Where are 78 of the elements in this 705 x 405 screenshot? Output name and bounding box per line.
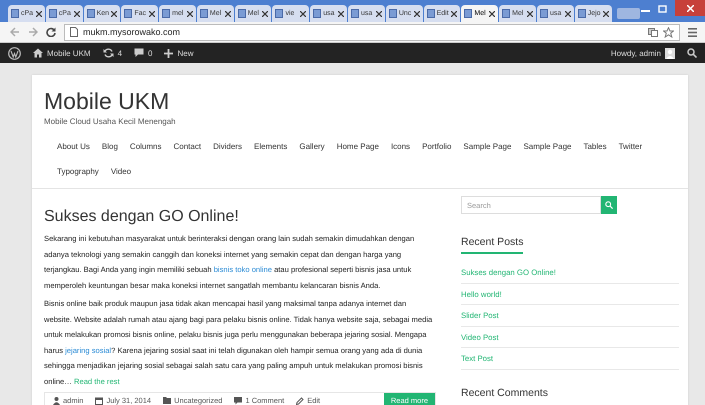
nav-link[interactable]: Video [110,159,132,184]
site-link[interactable]: Mobile UKM [33,48,91,58]
page-icon [502,9,510,18]
nav-link[interactable]: Twitter [618,134,642,159]
home-icon [33,48,43,58]
page-icon [351,9,360,18]
search-icon [605,201,613,209]
nav-link[interactable]: Home Page [336,134,379,159]
widget-title: Recent Comments [461,386,548,398]
new-link[interactable]: New [164,48,194,58]
close-icon[interactable] [300,10,306,16]
updates-link[interactable]: 4 [102,48,122,58]
nav-link[interactable]: Blog [102,134,118,159]
restore-icon[interactable] [658,5,668,13]
comment-icon [234,396,242,404]
page-icon [275,9,284,18]
close-icon[interactable] [564,10,571,16]
search-button[interactable] [601,196,617,214]
site-title[interactable]: Mobile UKM [44,87,676,115]
comments-link[interactable]: 0 [134,48,152,58]
close-icon[interactable] [602,10,609,16]
page-icon [313,9,322,18]
close-icon[interactable] [111,10,118,16]
page-icon [162,9,170,18]
page-icon [426,9,435,18]
star-icon[interactable] [663,26,674,38]
page-icon [578,9,586,18]
page-icon [238,9,246,18]
avatar-icon [665,48,675,58]
page-icon [11,9,19,18]
nav-link[interactable]: Contact [174,134,202,159]
nav-link[interactable]: Tables [583,134,607,159]
wordpress-logo-icon[interactable] [8,46,21,60]
page-icon [124,9,132,18]
nav-link[interactable]: Columns [130,134,162,159]
close-icon[interactable] [74,10,80,16]
pencil-icon [296,396,304,404]
page-icon [388,9,397,18]
nav-link[interactable]: Gallery [299,134,325,159]
nav-link[interactable]: Icons [390,134,410,159]
close-icon[interactable] [224,10,231,16]
close-icon[interactable] [338,10,344,16]
close-icon[interactable] [414,10,420,16]
menu-icon[interactable] [688,28,697,36]
close-icon[interactable] [376,10,382,16]
close-icon[interactable] [186,10,193,16]
page-icon [200,9,208,18]
close-icon[interactable] [36,10,42,16]
close-icon [686,4,694,12]
comment-icon [134,48,144,58]
close-icon[interactable] [526,10,533,16]
nav-link[interactable]: About Us [57,134,90,159]
nav-link[interactable]: Sample Page [463,134,512,159]
nav-link[interactable]: Typography [57,159,99,184]
nav-link[interactable]: Sample Page [523,134,572,159]
nav-link[interactable]: Dividers [213,134,242,159]
site-tagline: Mobile Cloud Usaha Kecil Menengah [44,117,177,126]
calendar-icon [95,396,104,404]
close-icon[interactable] [489,10,496,16]
address-field[interactable]: mukm.mysorowako.com [64,24,680,40]
page-icon [48,9,57,18]
page-icon [464,9,472,18]
nav-link[interactable]: Portfolio [422,134,452,159]
page-icon [540,9,548,18]
plus-icon [164,48,174,58]
close-icon[interactable] [262,10,268,16]
widget-title: Recent Posts [461,236,524,254]
folder-icon [163,397,172,404]
post-title[interactable]: Sukses dengan GO Online! [44,207,436,227]
close-icon[interactable] [149,10,156,16]
reload-icon[interactable] [46,27,56,37]
search-icon[interactable] [687,48,697,58]
account-link[interactable]: Howdy, admin [610,48,675,58]
person-icon [53,396,60,404]
nav-link[interactable]: Elements [254,134,288,159]
refresh-icon [102,48,114,58]
close-icon[interactable] [451,10,458,16]
close-button[interactable] [675,0,705,16]
